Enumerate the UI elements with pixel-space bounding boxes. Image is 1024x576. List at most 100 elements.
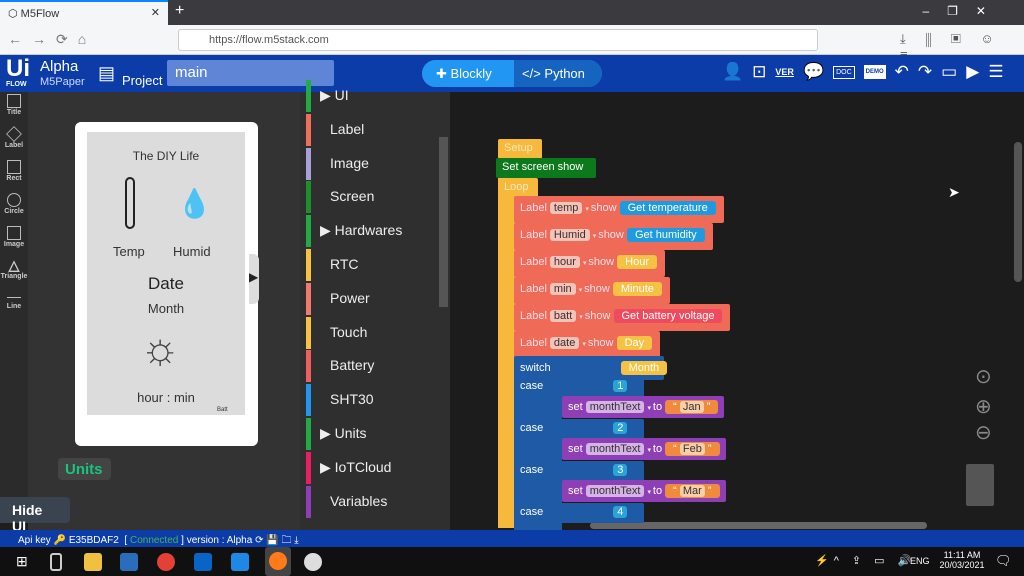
workspace-vscrollbar[interactable] [1014,142,1022,282]
file-explorer-icon[interactable] [84,553,102,571]
language-indicator[interactable]: ENG [910,556,930,566]
thermometer-icon[interactable] [125,177,135,229]
set-variable-block[interactable]: set monthText ▾ to “ Mar ” [562,480,726,502]
palette-item[interactable]: Image [306,147,436,180]
start-icon[interactable]: ⊞ [16,553,34,571]
device-screen[interactable]: The DIY Life 💧 Temp Humid Date Month ☼ h… [87,132,245,415]
tool-circle[interactable]: Circle [0,193,28,224]
text-value[interactable]: Mar [679,485,705,497]
doc-icon[interactable]: DOC [833,65,855,79]
setup-block[interactable]: Setup [498,139,542,159]
humidity-drop-icon[interactable]: 💧 [177,187,212,220]
task-view-icon[interactable] [50,553,62,571]
value-block[interactable]: Day [616,336,653,350]
menu-icon[interactable]: ☰ [988,62,1003,82]
open-icon[interactable]: 🗀 [281,535,291,546]
tool-rect[interactable]: Rect [0,160,28,191]
user-icon[interactable]: 👤 [722,62,743,82]
url-bar[interactable]: https://flow.m5stack.com [178,29,818,51]
label-show-block[interactable]: Label Humid ▾ show Get humidity [514,223,713,250]
date-label[interactable]: Date [87,274,245,294]
window-controls[interactable]: –❐✕ [923,4,1005,18]
time-label[interactable]: hour : min [87,390,245,405]
workspace-hscrollbar[interactable] [590,522,927,529]
collapse-arrow-icon[interactable]: ▶ [249,254,259,304]
notifications-icon[interactable]: 🗨 [995,553,1012,569]
palette-item[interactable]: SHT30 [306,384,436,417]
tool-line[interactable]: Line [0,297,28,328]
chrome-icon[interactable] [157,553,175,571]
batt-label[interactable]: Batt [217,407,228,413]
palette-item[interactable]: Variables [306,485,436,518]
project-icon[interactable]: ▤ [98,63,115,84]
tool-label[interactable]: Label [0,126,28,158]
refresh-icon[interactable]: ⟳ [255,535,263,546]
blockly-workspace[interactable]: ⊙ ⊕ ⊖ ➤ Setup Set screen show Loop Label tem… [450,92,1024,530]
case-block[interactable]: case 3 [514,461,644,481]
label-show-block[interactable]: Label batt ▾ show Get battery voltage [514,304,731,331]
screen-title[interactable]: The DIY Life [87,149,245,163]
palette-item[interactable]: Power [306,282,436,315]
run-icon[interactable]: ▶ [966,62,979,82]
tray-icons[interactable]: ⚡^ ⇪ ▭ 🔊 [815,554,916,567]
label-show-block[interactable]: Label min ▾ show Minute [514,277,670,304]
label-show-block[interactable]: Label date ▾ show Day [514,331,661,358]
label-dropdown[interactable]: Humid [549,229,590,241]
value-block[interactable]: Get humidity [626,228,705,242]
temp-label[interactable]: Temp [113,244,145,259]
version-icon[interactable]: VER [775,67,794,77]
label-dropdown[interactable]: batt [549,310,577,322]
chat-icon[interactable]: 💬 [803,62,824,82]
palette-item[interactable]: Battery [306,350,436,383]
case-number-block[interactable]: 1 [613,380,628,392]
zoom-in-icon[interactable]: ⊕ [975,394,992,419]
nav-buttons[interactable]: ←→⟳⌂ [8,31,96,48]
variable-dropdown[interactable]: monthText [585,443,645,455]
units-button[interactable]: Units [58,458,111,480]
project-button[interactable]: Project [122,73,162,88]
text-value[interactable]: Feb [679,443,705,455]
mode-switch[interactable]: ✚ Blockly </> Python [422,60,602,87]
palette-item[interactable]: ▶ Hardwares [306,215,436,248]
case-number-block[interactable]: 4 [613,506,628,518]
palette-item[interactable]: ▶ Units [306,418,436,450]
close-tab-icon[interactable]: ✕ [151,6,160,19]
value-block[interactable]: Get battery voltage [613,309,723,323]
palette-item[interactable]: ▶ IoTCloud [306,451,436,484]
set-variable-block[interactable]: set monthText ▾ to “ Jan ” [562,396,725,418]
label-dropdown[interactable]: temp [549,202,583,214]
download-icon[interactable]: ⤓ [294,535,298,546]
switch-value-block[interactable]: Month [620,361,668,375]
label-dropdown[interactable]: hour [549,256,580,268]
label-dropdown[interactable]: min [549,283,576,295]
palette-item[interactable]: Screen [306,181,436,214]
text-value[interactable]: Jan [679,401,704,413]
label-show-block[interactable]: Label temp ▾ show Get temperature [514,196,724,223]
palette-item[interactable]: Touch [306,316,436,349]
palette-item[interactable]: ▶ UI [306,80,436,112]
tool-title[interactable]: Title [0,94,28,125]
palette-item[interactable]: RTC [306,249,436,281]
browser-tab[interactable]: ⬡ M5Flow ✕ [0,0,168,25]
api-key[interactable]: E35BDAF2 [69,535,119,546]
tool-image[interactable]: Image [0,226,28,257]
save-icon[interactable]: 💾 [266,535,278,546]
set-screen-block[interactable]: Set screen show [496,158,596,178]
humid-label[interactable]: Humid [173,244,211,259]
firefox-active[interactable] [265,547,291,576]
case-block[interactable]: case 4 [514,503,644,523]
palette-item[interactable]: Label [306,113,436,146]
trash-icon[interactable] [966,464,994,506]
m5burner-icon[interactable] [304,553,322,571]
new-tab-icon[interactable]: + [175,2,184,20]
demo-icon[interactable]: DEMO [863,65,886,79]
palette-scrollbar[interactable] [439,137,448,307]
variable-dropdown[interactable]: monthText [585,485,645,497]
case-number-block[interactable]: 2 [613,422,628,434]
chart-app-icon[interactable] [120,553,138,571]
clock[interactable]: 11:11 AM 20/03/2021 [934,550,990,570]
loop-block[interactable]: Loop [498,178,538,198]
variable-dropdown[interactable]: monthText [585,401,645,413]
label-show-block[interactable]: Label hour ▾ show Hour [514,250,666,277]
set-variable-block[interactable]: set monthText ▾ to “ Feb ” [562,438,726,460]
